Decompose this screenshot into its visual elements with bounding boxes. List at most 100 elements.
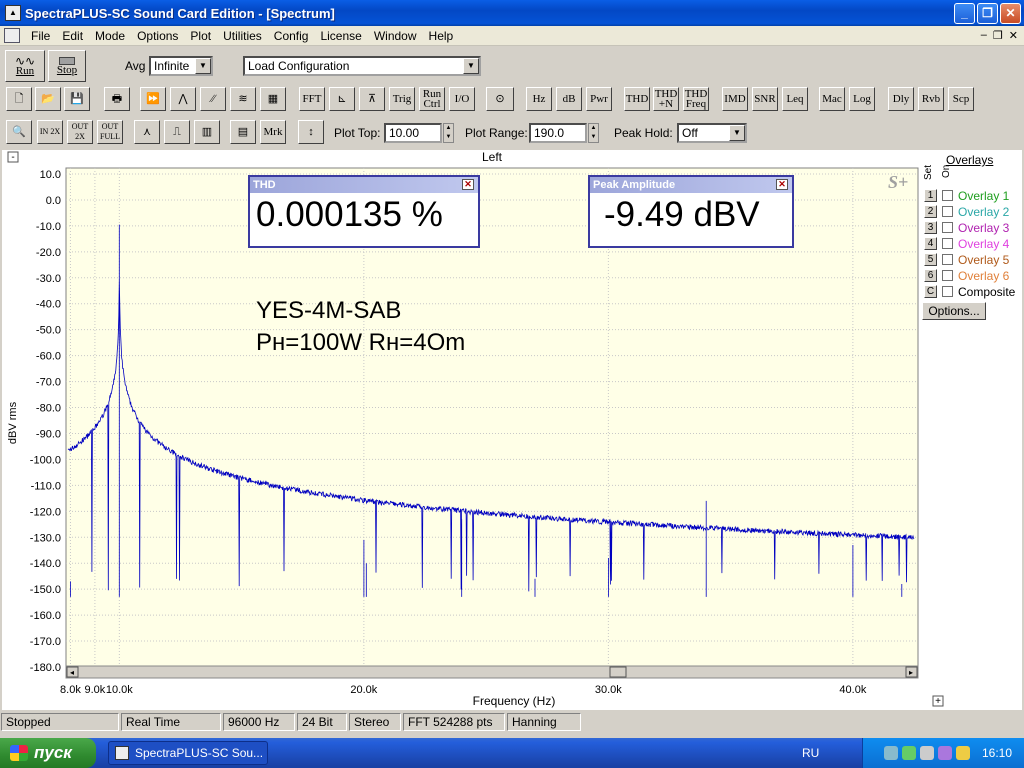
overlay-set-button[interactable]: 2 (924, 205, 937, 218)
menu-config[interactable]: Config (268, 29, 315, 43)
zoom-icon[interactable]: 🔍 (6, 120, 32, 144)
axis-icon[interactable]: ⊾ (329, 87, 355, 111)
run-button[interactable]: ∿∿ Run (5, 50, 45, 82)
plot-top-input[interactable]: 10.00 (384, 123, 442, 143)
overlay-set-button[interactable]: 6 (924, 269, 937, 282)
security-icon[interactable] (955, 746, 970, 760)
scroll-thumb[interactable] (609, 666, 627, 678)
menu-license[interactable]: License (314, 29, 367, 43)
imd-button[interactable]: IMD (722, 87, 748, 111)
mdi-minimize-icon[interactable]: – (981, 29, 987, 42)
restore-button[interactable]: ❐ (977, 2, 998, 24)
phase-icon[interactable]: ∕∕ (200, 87, 226, 111)
thd-readout-panel[interactable]: THD ✕ 0.000135 % (248, 175, 480, 248)
zoom-out-2x-button[interactable]: OUT 2X (67, 120, 93, 144)
minimize-button[interactable]: _ (954, 2, 975, 24)
thd-button[interactable]: THD (624, 87, 650, 111)
menu-file[interactable]: File (25, 29, 56, 43)
menu-help[interactable]: Help (423, 29, 460, 43)
rvb-button[interactable]: Rvb (918, 87, 944, 111)
thd-n-button[interactable]: THD +N (653, 87, 679, 111)
step-plot-icon[interactable]: ⎍ (164, 120, 190, 144)
3d-surface-icon[interactable]: ▦ (260, 87, 286, 111)
dly-button[interactable]: Dly (888, 87, 914, 111)
overlay-options-button[interactable]: Options... (922, 302, 986, 320)
mdi-restore-icon[interactable]: ❐ (993, 29, 1003, 42)
spectrum-chart[interactable]: 10.0 0.0 -10.0 -20.0 -30.0 -40.0 -50.0 -60.0 -70… (2, 150, 1022, 710)
config-select[interactable]: Load Configuration ▼ (243, 56, 481, 76)
scp-button[interactable]: Scp (948, 87, 974, 111)
fft-button[interactable]: FFT (299, 87, 325, 111)
dropdown-arrow-icon[interactable]: ▼ (463, 58, 479, 74)
mac-button[interactable]: Mac (819, 87, 845, 111)
vertical-scale-icon[interactable]: ↕ (298, 120, 324, 144)
print-icon[interactable]: 🖶 (104, 87, 130, 111)
zoom-out-full-button[interactable]: OUT FULL (97, 120, 123, 144)
new-icon[interactable]: 🗋 (6, 87, 32, 111)
table-icon[interactable]: ▤ (230, 120, 256, 144)
spectrogram-icon[interactable]: ≋ (230, 87, 256, 111)
open-icon[interactable]: 📂 (35, 87, 61, 111)
overlay-set-button[interactable]: 1 (924, 189, 937, 202)
antivirus-icon[interactable] (901, 746, 916, 760)
mrk-button[interactable]: Mrk (260, 120, 286, 144)
overlay-set-button[interactable]: 3 (924, 221, 937, 234)
menu-options[interactable]: Options (131, 29, 184, 43)
overlay-on-checkbox[interactable] (942, 206, 953, 217)
snr-button[interactable]: SNR (752, 87, 778, 111)
overlay-on-checkbox[interactable] (942, 190, 953, 201)
overlay-on-checkbox[interactable] (942, 254, 953, 265)
network-icon[interactable] (883, 746, 898, 760)
io-button[interactable]: I/O (449, 87, 475, 111)
marker-icon[interactable]: ⊼ (359, 87, 385, 111)
zoom-in-2x-button[interactable]: IN 2X (37, 120, 63, 144)
pwr-button[interactable]: Pwr (586, 87, 612, 111)
leq-button[interactable]: Leq (782, 87, 808, 111)
thd-freq-button[interactable]: THD Freq (683, 87, 709, 111)
overlay-on-checkbox[interactable] (942, 286, 953, 297)
save-icon[interactable]: 💾 (64, 87, 90, 111)
menu-mode[interactable]: Mode (89, 29, 131, 43)
db-button[interactable]: dB (556, 87, 582, 111)
app-icon[interactable]: ▲ (5, 5, 21, 21)
menu-edit[interactable]: Edit (56, 29, 89, 43)
start-button[interactable]: пуск (0, 738, 96, 768)
run-ctrl-button[interactable]: Run Ctrl (419, 87, 445, 111)
stop-button[interactable]: Stop (48, 50, 86, 82)
close-icon[interactable]: ✕ (776, 179, 788, 190)
avg-select[interactable]: Infinite ▼ (149, 56, 213, 76)
dropdown-arrow-icon[interactable]: ▼ (195, 58, 211, 74)
signal-generator-icon[interactable]: ⊙ (486, 87, 514, 111)
plot-range-input[interactable]: 190.0 (529, 123, 587, 143)
waveform-icon[interactable]: ⋀ (170, 87, 196, 111)
overlay-set-button[interactable]: 5 (924, 253, 937, 266)
close-icon[interactable]: ✕ (462, 179, 474, 190)
plot-top-spinner[interactable]: ▲ ▼ (443, 123, 454, 143)
volume-icon[interactable] (919, 746, 934, 760)
taskbar-app-button[interactable]: SpectraPLUS-SC Sou... (108, 741, 268, 765)
overlay-set-button[interactable]: 4 (924, 237, 937, 250)
hz-button[interactable]: Hz (526, 87, 552, 111)
language-indicator[interactable]: RU (802, 746, 819, 760)
mdi-close-icon[interactable]: ✕ (1009, 29, 1018, 42)
overlay-on-checkbox[interactable] (942, 238, 953, 249)
close-button[interactable]: ✕ (1000, 2, 1021, 24)
trig-button[interactable]: Trig (389, 87, 415, 111)
log-button[interactable]: Log (849, 87, 875, 111)
overlay-on-checkbox[interactable] (942, 270, 953, 281)
document-icon[interactable] (4, 28, 20, 43)
dropdown-arrow-icon[interactable]: ▼ (729, 125, 745, 141)
overlay-set-button[interactable]: C (924, 285, 937, 298)
peak-hold-select[interactable]: Off ▼ (677, 123, 747, 143)
menu-plot[interactable]: Plot (184, 29, 217, 43)
peak-amplitude-panel[interactable]: Peak Amplitude ✕ -9.49 dBV (588, 175, 794, 248)
fast-forward-icon[interactable]: ⏩ (140, 87, 166, 111)
overlay-on-checkbox[interactable] (942, 222, 953, 233)
horizontal-scrollbar[interactable] (65, 665, 919, 679)
bar-plot-icon[interactable]: ▥ (194, 120, 220, 144)
menu-window[interactable]: Window (368, 29, 423, 43)
line-plot-icon[interactable]: ⋏ (134, 120, 160, 144)
tray-app-icon[interactable] (937, 746, 952, 760)
plot-range-spinner[interactable]: ▲ ▼ (588, 123, 599, 143)
menu-utilities[interactable]: Utilities (217, 29, 268, 43)
